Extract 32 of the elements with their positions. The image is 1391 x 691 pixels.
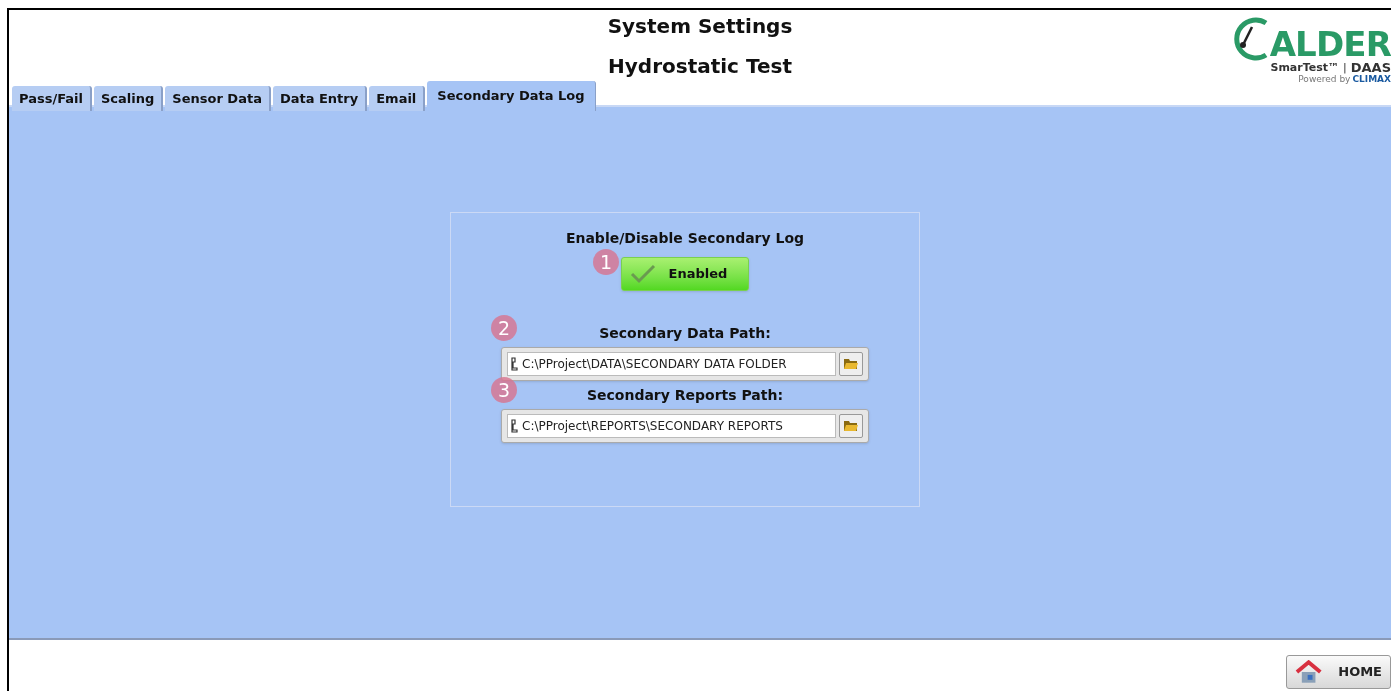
browse-folder-button[interactable] — [839, 414, 863, 438]
tab[interactable]: Email — [369, 86, 426, 111]
home-button[interactable]: HOME — [1286, 655, 1391, 689]
toggle-label: Enable/Disable Secondary Log — [565, 229, 805, 248]
tab[interactable]: Secondary Data Log — [427, 81, 596, 111]
logo-wordmark: ALDER — [1269, 27, 1391, 61]
path-field[interactable]: C:\PProject\REPORTS\SECONDARY REPORTS — [501, 409, 869, 443]
browse-folder-button[interactable] — [839, 352, 863, 376]
tab[interactable]: Data Entry — [272, 86, 368, 111]
callout-number: 2 — [491, 315, 517, 341]
folder-icon — [843, 420, 859, 432]
window-subtitle: Hydrostatic Test — [608, 53, 792, 80]
path-label: Secondary Data Path: — [599, 324, 771, 343]
window-title: System Settings — [607, 13, 793, 40]
home-icon — [1295, 660, 1323, 684]
tab[interactable]: Pass/Fail — [12, 86, 92, 111]
logo-product: SmarTest™ — [1270, 62, 1339, 73]
path-label: Secondary Reports Path: — [586, 386, 784, 405]
checkmark-icon — [630, 264, 656, 284]
logo-suite: DAAS — [1350, 61, 1391, 74]
enable-toggle-button[interactable]: Enabled — [621, 257, 749, 291]
path-icon — [511, 357, 519, 371]
logo-brand: CLIMAX — [1352, 75, 1391, 84]
logo-separator: | — [1343, 62, 1347, 73]
path-icon — [511, 419, 519, 433]
path-field[interactable]: C:\PProject\DATA\SECONDARY DATA FOLDER — [501, 347, 869, 381]
callout-number: 1 — [593, 249, 619, 275]
callout-number: 3 — [491, 377, 517, 403]
logo-powered-by: Powered by — [1298, 75, 1351, 84]
tab[interactable]: Scaling — [94, 86, 164, 111]
tab[interactable]: Sensor Data — [165, 86, 271, 111]
folder-icon — [843, 358, 859, 370]
